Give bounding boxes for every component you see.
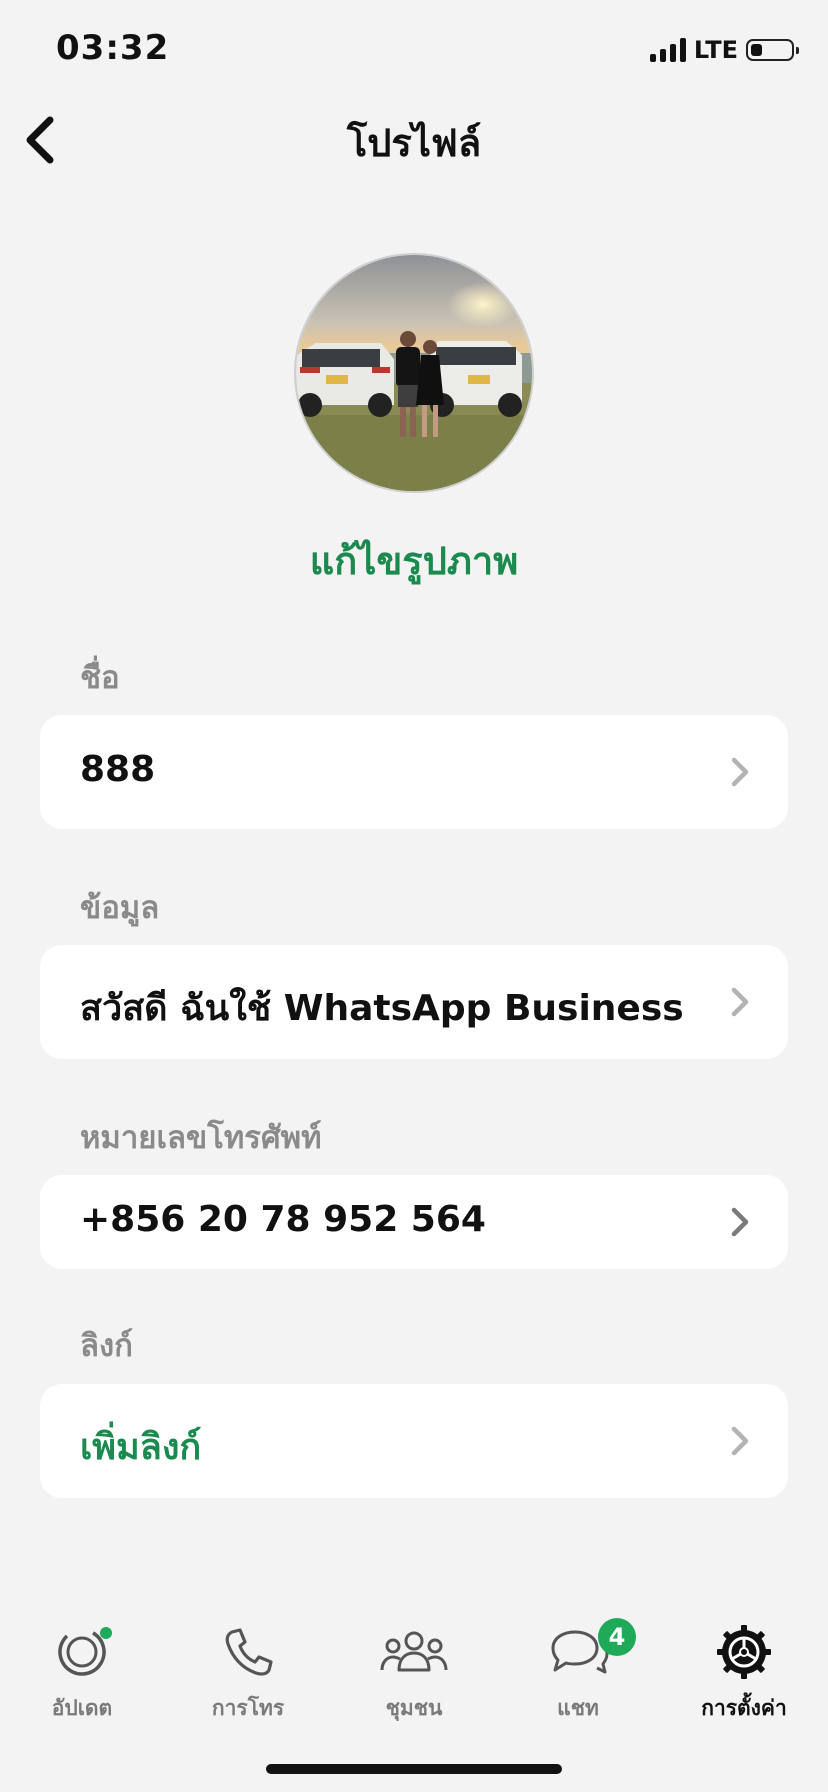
tab-bar: อัปเดต การโทร ชุมชน 4 แชท การตั้งค่า [0,1618,828,1728]
tab-label: ชุมชน [385,1696,443,1720]
add-link-value: เพิ่มลิงก์ [80,1427,202,1468]
tab-calls[interactable]: การโทร [178,1618,318,1725]
name-label: ชื่อ [80,660,120,696]
tab-chats[interactable]: 4 แชท [508,1618,648,1725]
chevron-right-icon [731,987,749,1017]
phone-label: หมายเลขโทรศัพท์ [80,1120,322,1156]
chevron-right-icon [731,1426,749,1456]
tab-communities[interactable]: ชุมชน [344,1618,484,1725]
page-title: โปรไฟล์ [346,121,482,165]
tab-label: การโทร [211,1696,285,1720]
battery-icon [746,39,799,61]
chevron-right-icon [731,757,749,787]
status-bar: 03:32 LTE [0,0,828,100]
link-label: ลิงก์ [80,1328,133,1364]
community-icon [380,1631,448,1672]
status-indicators: LTE [649,36,799,64]
gear-icon [717,1625,771,1679]
chats-badge: 4 [598,1618,636,1656]
link-row[interactable]: เพิ่มลิงก์ [40,1384,788,1498]
tab-settings[interactable]: การตั้งค่า [674,1618,814,1725]
profile-avatar[interactable] [294,253,534,493]
tab-label: อัปเดต [51,1696,113,1720]
name-row[interactable]: 888 [40,715,788,829]
status-time: 03:32 [56,28,170,68]
tab-updates[interactable]: อัปเดต [12,1618,152,1725]
about-value: สวัสดี ฉันใช้ WhatsApp Business [80,988,684,1029]
about-label: ข้อมูล [80,890,160,926]
avatar-photo [296,255,532,491]
phone-row[interactable]: +856 20 78 952 564 [40,1175,788,1269]
network-type: LTE [693,36,738,64]
phone-icon [225,1628,273,1676]
about-row[interactable]: สวัสดี ฉันใช้ WhatsApp Business [40,945,788,1059]
chevron-right-icon [731,1207,749,1237]
name-value: 888 [80,749,156,790]
tab-label: การตั้งค่า [701,1696,787,1720]
signal-icon [649,38,686,62]
edit-photo-link[interactable]: แก้ไขรูปภาพ [0,530,828,591]
nav-bar: โปรไฟล์ [0,100,828,180]
phone-value: +856 20 78 952 564 [80,1199,486,1240]
updates-dot [100,1627,112,1639]
home-indicator[interactable] [266,1764,562,1774]
tab-label: แชท [557,1696,599,1720]
